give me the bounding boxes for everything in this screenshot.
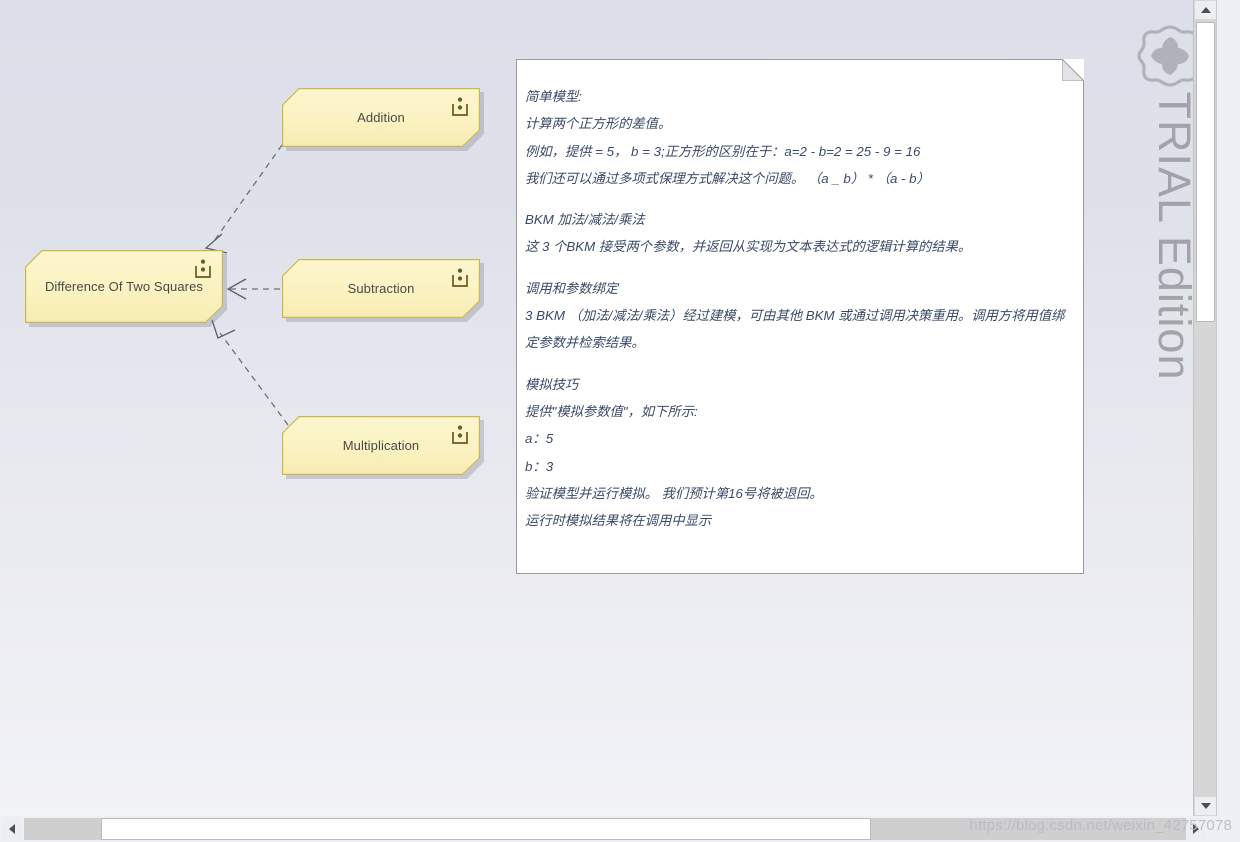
arrowhead-subtraction [226, 278, 247, 300]
edge-multiplication [219, 332, 289, 426]
note-line: 计算两个正方形的差值。 [525, 116, 672, 132]
bkm-node-multiplication[interactable]: Multiplication [282, 416, 480, 475]
arrow-down-icon [1200, 803, 1211, 809]
note-line: 运行时模拟结果将在调用中显示 [525, 513, 712, 529]
vertical-scrollbar-thumb[interactable] [1196, 22, 1215, 322]
note-line: BKM 加法/减法/乘法 [525, 212, 645, 228]
note-line: a：5 [525, 431, 554, 447]
diagram-canvas[interactable]: Difference Of Two Squares Addition Subtr… [0, 0, 1217, 817]
note-line: 验证模型并运行模拟。 我们预计第16号将被退回。 [525, 485, 823, 501]
application-window: Difference Of Two Squares Addition Subtr… [0, 0, 1240, 842]
bkm-node-subtraction[interactable]: Subtraction [282, 259, 480, 318]
note-line: 模拟技巧 [525, 376, 579, 392]
note-line: 这 3 个BKM 接受两个参数，并返回从实现为文本表达式的逻辑计算的结果。 [525, 239, 972, 255]
note-blank-line [525, 261, 1074, 275]
node-label: Difference Of Two Squares [44, 279, 204, 294]
h-scroll-track-left[interactable] [24, 818, 101, 840]
bkm-node-addition[interactable]: Addition [282, 88, 480, 147]
note-text-body: 简单模型: 计算两个正方形的差值。例如，提供 = 5， b = 3;正方形的区别在… [525, 83, 1074, 534]
note-line: b：3 [525, 458, 554, 474]
node-label: Subtraction [347, 281, 415, 296]
note-blank-line [525, 357, 1074, 371]
node-label: Addition [357, 110, 405, 125]
edge-addition [211, 144, 283, 245]
vertical-scrollbar[interactable] [1193, 0, 1216, 816]
arrow-up-icon [1200, 7, 1211, 13]
note-line: 提供"模拟参数值"，如下所示: [525, 403, 698, 419]
node-label: Multiplication [342, 438, 420, 453]
note-fold-corner-icon [1062, 59, 1084, 81]
arrow-left-icon [9, 824, 15, 834]
note-line: 调用和参数绑定 [525, 280, 619, 296]
horizontal-scrollbar-thumb[interactable] [101, 818, 871, 840]
scroll-up-button[interactable] [1195, 1, 1216, 19]
scroll-left-button[interactable] [2, 818, 22, 840]
note-line: 简单模型: [525, 89, 582, 104]
note-line: 3 BKM （加法/减法/乘法）经过建模，可由其他 BKM 或通过调用决策重用。… [525, 308, 1065, 351]
bkm-node-difference-of-two-squares[interactable]: Difference Of Two Squares [25, 250, 223, 323]
url-watermark: https://blog.csdn.net/weixin_42757078 [969, 817, 1232, 834]
note-blank-line [525, 192, 1074, 206]
note-line: 例如，提供 = 5， b = 3;正方形的区别在于：a=2 - b=2 = 25… [525, 143, 921, 159]
text-annotation-note[interactable]: 简单模型: 计算两个正方形的差值。例如，提供 = 5， b = 3;正方形的区别在… [516, 59, 1084, 574]
scroll-down-button[interactable] [1195, 797, 1216, 815]
note-line: 我们还可以通过多项式保理方式解决这个问题。 （a _ b） * （a - b） [525, 170, 930, 186]
